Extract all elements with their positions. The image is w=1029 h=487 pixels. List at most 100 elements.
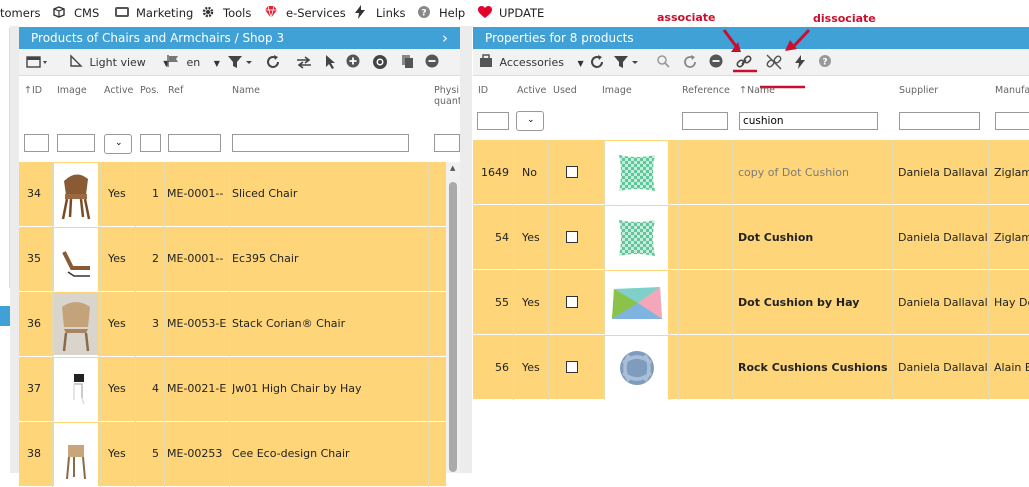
dissociate-arrow — [791, 28, 811, 49]
cell-id: 34 — [27, 187, 41, 200]
product-thumbnail — [54, 358, 98, 421]
column-divider — [892, 140, 893, 205]
cell-pos: 5 — [152, 447, 159, 460]
cell-ref: ME-0001-- — [167, 187, 224, 200]
filter-reference[interactable] — [682, 112, 728, 130]
column-divider — [988, 205, 989, 270]
cell-active: Yes — [522, 231, 540, 244]
table-row[interactable]: 1649 No copy of Dot Cushion Daniela Dallava… — [473, 140, 1029, 205]
filter-active-select[interactable]: ⌄ — [104, 134, 132, 154]
cell-ref: ME-00253 — [167, 447, 223, 460]
filter-pos[interactable] — [140, 134, 161, 152]
header-manufacturer[interactable]: Manufa — [995, 85, 1029, 96]
header-supplier[interactable]: Supplier — [899, 85, 938, 96]
column-divider — [548, 205, 549, 270]
cell-manufacturer: Ziglam — [994, 231, 1029, 244]
column-divider — [428, 357, 429, 422]
filter-manufacturer[interactable] — [995, 112, 1029, 130]
cell-id: 38 — [27, 447, 41, 460]
filter-quantity[interactable] — [434, 134, 460, 152]
used-checkbox[interactable] — [566, 231, 578, 243]
cell-name: Dot Cushion by Hay — [738, 296, 860, 309]
cell-active: Yes — [108, 252, 126, 265]
cell-ref: ME-0053-EX — [167, 317, 227, 330]
filter-active-select[interactable]: ⌄ — [516, 111, 544, 131]
left-scrollbar-thumb[interactable] — [449, 182, 457, 472]
column-divider — [669, 140, 670, 205]
product-thumbnail — [54, 163, 98, 226]
column-divider — [669, 335, 670, 400]
column-divider — [678, 335, 679, 400]
column-divider — [100, 422, 101, 487]
side-panel-tab[interactable] — [0, 306, 10, 326]
column-divider — [548, 335, 549, 400]
cell-manufacturer: Alain B — [994, 361, 1029, 374]
column-divider — [229, 292, 230, 357]
cell-name: Ec395 Chair — [232, 252, 299, 265]
filter-supplier[interactable] — [899, 112, 980, 130]
column-divider — [164, 162, 165, 227]
annotation-arrows — [722, 28, 811, 89]
product-thumbnail — [605, 271, 668, 334]
column-divider — [669, 270, 670, 335]
cell-pos: 2 — [152, 252, 159, 265]
header-reference[interactable]: Reference — [682, 85, 730, 96]
scroll-up-icon[interactable]: ▲ — [450, 164, 455, 172]
header-name[interactable]: ↑Name — [739, 85, 775, 96]
column-divider — [892, 270, 893, 335]
product-thumbnail — [54, 423, 98, 486]
used-checkbox[interactable] — [566, 166, 578, 178]
cell-supplier: Daniela Dallavalle — [898, 231, 987, 244]
cell-id: 36 — [27, 317, 41, 330]
cell-id: 35 — [27, 252, 41, 265]
filter-name[interactable] — [739, 112, 878, 130]
table-row[interactable]: 55 Yes Dot Cushion by Hay Daniela Dallavall… — [473, 270, 1029, 335]
used-checkbox[interactable] — [566, 296, 578, 308]
cell-pos: 3 — [152, 317, 159, 330]
cell-active: Yes — [108, 187, 126, 200]
column-divider — [604, 205, 605, 270]
cell-pos: 1 — [152, 187, 159, 200]
header-image[interactable]: Image — [602, 85, 632, 96]
column-divider — [229, 357, 230, 422]
cell-manufacturer: Hay De — [994, 296, 1029, 309]
filter-image[interactable] — [57, 134, 95, 152]
cell-id: 56 — [495, 361, 509, 374]
table-row[interactable]: 38 Yes 5 ME-00253 Cee Eco-design Chair — [19, 422, 446, 487]
column-divider — [52, 227, 53, 292]
header-used[interactable]: Used — [553, 85, 577, 96]
cell-active: Yes — [522, 361, 540, 374]
product-thumbnail — [605, 336, 668, 399]
column-divider — [52, 292, 53, 357]
column-divider — [135, 422, 136, 487]
table-row[interactable]: 56 Yes Rock Cushions Cushions Daniela Dalla… — [473, 335, 1029, 400]
column-divider — [164, 227, 165, 292]
column-divider — [513, 140, 514, 205]
header-id[interactable]: ID — [478, 85, 488, 96]
left-scrollbar[interactable]: ▲ — [446, 162, 460, 473]
cell-manufacturer: Ziglam — [994, 166, 1029, 179]
column-divider — [428, 422, 429, 487]
table-row[interactable]: 34 Yes 1 ME-0001-- Sliced Chair — [19, 162, 446, 227]
table-row[interactable]: 35 Yes 2 ME-0001-- Ec395 Chair — [19, 227, 446, 292]
product-thumbnail — [54, 228, 98, 291]
filter-ref[interactable] — [168, 134, 221, 152]
cell-id: 37 — [27, 382, 41, 395]
filter-id[interactable] — [24, 134, 49, 152]
used-checkbox[interactable] — [566, 361, 578, 373]
chevron-down-icon: ⌄ — [115, 138, 123, 148]
filter-id[interactable] — [477, 112, 509, 130]
header-active[interactable]: Active — [517, 85, 546, 96]
column-divider — [52, 162, 53, 227]
filter-name[interactable] — [232, 134, 409, 152]
column-divider — [513, 270, 514, 335]
column-divider — [678, 140, 679, 205]
column-divider — [428, 162, 429, 227]
table-row[interactable]: 54 Yes Dot Cushion Daniela Dallavalle Ziglam — [473, 205, 1029, 270]
table-row[interactable]: 36 Yes 3 ME-0053-EX Stack Corian® Chair — [19, 292, 446, 357]
table-row[interactable]: 37 Yes 4 ME-0021-EX Jw01 High Chair by Hay — [19, 357, 446, 422]
chevron-down-icon: ⌄ — [527, 115, 535, 125]
cell-supplier: Daniela Dallavalle — [898, 361, 987, 374]
cell-active: Yes — [108, 317, 126, 330]
cell-id: 1649 — [481, 166, 509, 179]
